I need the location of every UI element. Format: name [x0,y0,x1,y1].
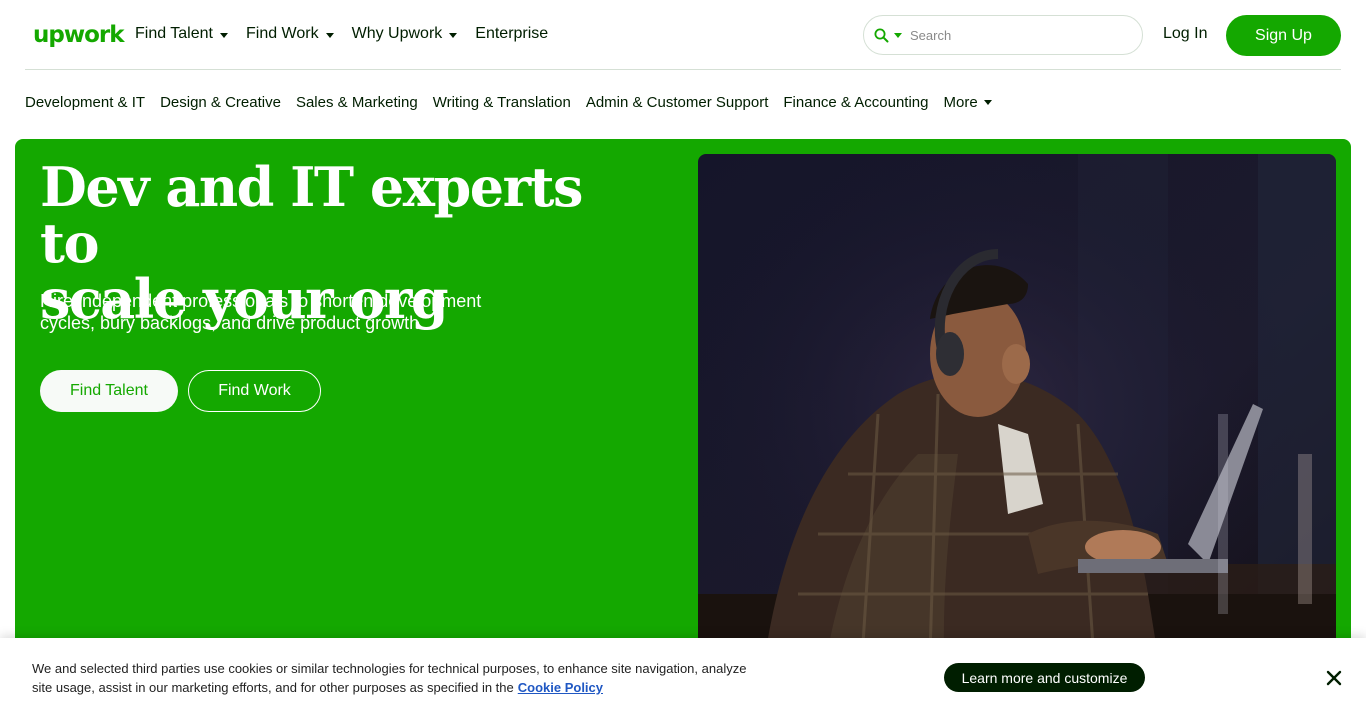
find-talent-button[interactable]: Find Talent [40,370,178,412]
nav-enterprise-label: Enterprise [475,25,549,42]
nav-enterprise[interactable]: Enterprise [475,25,548,43]
learn-more-customize-button[interactable]: Learn more and customize [944,663,1145,692]
cookie-banner: We and selected third parties use cookie… [0,638,1366,720]
category-more[interactable]: More [943,93,992,111]
top-header: upwork Find Talent Find Work Why Upwork … [0,0,1366,69]
main-nav: Find Talent Find Work Why Upwork Enterpr… [135,22,566,46]
nav-find-work-label: Find Work [245,25,319,42]
login-link[interactable]: Log In [1163,25,1207,43]
category-finance-accounting[interactable]: Finance & Accounting [783,94,928,111]
hero-subtitle-line1: Hire independent professionals to shorte… [40,291,482,311]
hero-subtitle-line2: cycles, bury backlogs, and drive product… [40,313,425,333]
category-development-it[interactable]: Development & IT [25,94,145,111]
category-sales-marketing[interactable]: Sales & Marketing [296,94,418,111]
category-admin-support[interactable]: Admin & Customer Support [586,94,769,111]
category-design-creative[interactable]: Design & Creative [160,94,281,111]
chevron-down-icon [983,99,992,105]
category-writing-translation[interactable]: Writing & Translation [433,94,571,111]
nav-find-work[interactable]: Find Work [246,25,334,43]
nav-why-upwork[interactable]: Why Upwork [352,25,458,43]
nav-find-talent-label: Find Talent [135,25,213,42]
search-input[interactable] [910,27,1110,43]
chevron-down-icon [449,32,458,38]
header-divider [25,69,1341,70]
search-bar[interactable] [863,15,1143,55]
nav-find-talent[interactable]: Find Talent [135,25,228,43]
signup-button[interactable]: Sign Up [1226,15,1341,56]
upwork-logo[interactable]: upwork [33,22,125,48]
search-type-chevron-down-icon[interactable] [894,32,902,38]
category-more-label: More [943,93,978,111]
hero-image [698,154,1336,720]
hero-title-line1: Dev and IT experts to [40,155,583,275]
chevron-down-icon [219,32,228,38]
close-icon[interactable] [1325,669,1343,687]
search-icon[interactable] [874,28,889,43]
cookie-text-line2: site usage, assist in our marketing effo… [32,680,514,695]
hero-subtitle: Hire independent professionals to shorte… [40,290,530,334]
cookie-policy-link[interactable]: Cookie Policy [518,680,603,695]
hero-section: Dev and IT experts to scale your org Hir… [15,139,1351,720]
find-work-button[interactable]: Find Work [188,370,321,412]
cookie-text-line1: We and selected third parties use cookie… [32,661,747,676]
nav-why-upwork-label: Why Upwork [351,25,443,42]
logo-text: upwork [33,22,125,48]
cookie-text: We and selected third parties use cookie… [32,659,772,697]
chevron-down-icon [325,32,334,38]
category-nav: Development & IT Design & Creative Sales… [25,93,1007,111]
